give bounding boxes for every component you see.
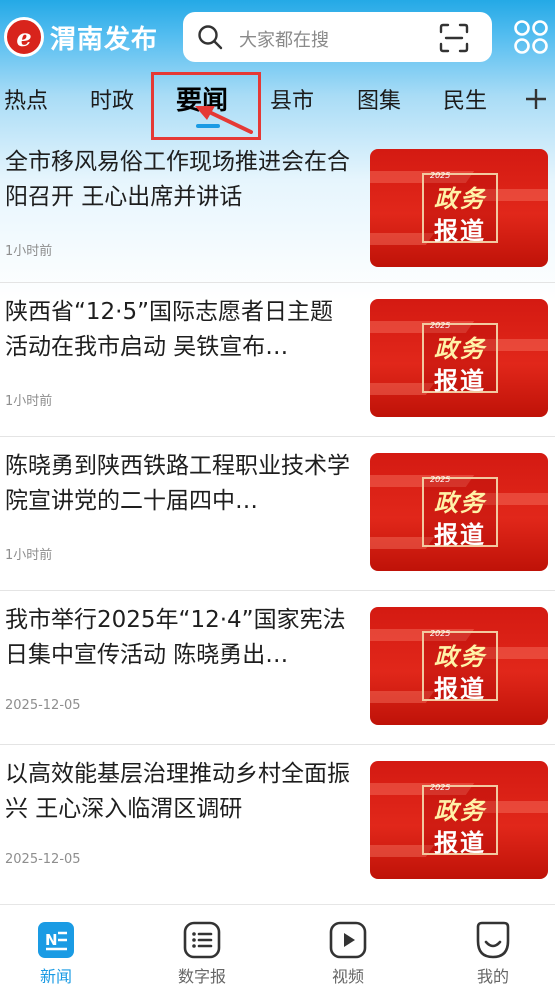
- news-item[interactable]: 陈晓勇到陕西铁路工程职业技术学院宣讲党的二十届四中… 1小时前 2025 政务 …: [0, 439, 555, 595]
- news-item[interactable]: 陕西省“12·5”国际志愿者日主题活动在我市启动 吴铁宣布… 1小时前 2025…: [0, 285, 555, 441]
- nav-digital-paper-label: 数字报: [177, 967, 226, 986]
- news-item[interactable]: 全市移风易俗工作现场推进会在合阳召开 王心出席并讲话 1小时前 2025 政务 …: [0, 135, 555, 291]
- app-title: 渭南发布: [50, 24, 159, 55]
- search-icon: [198, 25, 223, 50]
- news-title[interactable]: 陕西省“12·5”国际志愿者日主题活动在我市启动 吴铁宣布…: [5, 295, 355, 365]
- news-thumbnail[interactable]: 2025 政务 报道: [370, 149, 548, 267]
- news-time: 1小时前: [5, 548, 53, 563]
- news-icon: N: [38, 922, 74, 958]
- divider: [0, 282, 555, 283]
- profile-icon: [476, 921, 510, 959]
- news-item[interactable]: 以高效能基层治理推动乡村全面振兴 王心深入临渭区调研 2025-12-05 20…: [0, 747, 555, 903]
- news-time: 2025-12-05: [5, 852, 81, 867]
- thumbnail-badge: 2025 政务 报道: [422, 321, 498, 395]
- scan-icon[interactable]: [438, 22, 470, 54]
- news-time: 1小时前: [5, 244, 53, 259]
- nav-news[interactable]: N 新闻: [16, 905, 96, 988]
- bottom-navigation: N 新闻 数字报 视频 我的: [0, 904, 555, 988]
- news-thumbnail[interactable]: 2025 政务 报道: [370, 453, 548, 571]
- thumbnail-badge: 2025 政务 报道: [422, 629, 498, 703]
- news-title[interactable]: 我市举行2025年“12·4”国家宪法日集中宣传活动 陈晓勇出…: [5, 603, 355, 673]
- tab-hot[interactable]: 热点: [4, 83, 48, 115]
- video-icon: [329, 921, 367, 959]
- search-placeholder: 大家都在搜: [239, 30, 329, 51]
- news-title[interactable]: 以高效能基层治理推动乡村全面振兴 王心深入临渭区调研: [5, 757, 355, 827]
- nav-video[interactable]: 视频: [308, 905, 388, 988]
- grid-menu-icon[interactable]: [513, 19, 549, 55]
- divider: [0, 744, 555, 745]
- svg-text:N: N: [45, 931, 58, 949]
- divider: [0, 436, 555, 437]
- news-time: 2025-12-05: [5, 698, 81, 713]
- nav-profile-label: 我的: [476, 967, 509, 986]
- digital-paper-icon: [183, 921, 221, 959]
- news-time: 1小时前: [5, 394, 53, 409]
- news-thumbnail[interactable]: 2025 政务 报道: [370, 761, 548, 879]
- thumbnail-badge: 2025 政务 报道: [422, 171, 498, 245]
- tab-politics[interactable]: 时政: [90, 83, 134, 115]
- thumbnail-badge: 2025 政务 报道: [422, 475, 498, 549]
- tab-livelihood[interactable]: 民生: [443, 83, 487, 115]
- news-item[interactable]: 我市举行2025年“12·4”国家宪法日集中宣传活动 陈晓勇出… 2025-12…: [0, 593, 555, 749]
- category-tabs: 热点 时政 要闻 县市 图集 民生: [0, 75, 555, 130]
- logo-icon: e: [4, 17, 44, 57]
- nav-digital-paper[interactable]: 数字报: [162, 905, 242, 988]
- app-header: e 渭南发布 大家都在搜: [0, 0, 555, 75]
- nav-news-label: 新闻: [39, 967, 72, 986]
- news-title[interactable]: 全市移风易俗工作现场推进会在合阳召开 王心出席并讲话: [5, 145, 355, 215]
- nav-video-label: 视频: [331, 967, 364, 986]
- tab-counties[interactable]: 县市: [270, 83, 314, 115]
- news-thumbnail[interactable]: 2025 政务 报道: [370, 607, 548, 725]
- divider: [0, 590, 555, 591]
- news-thumbnail[interactable]: 2025 政务 报道: [370, 299, 548, 417]
- app-logo: e 渭南发布: [4, 16, 158, 58]
- tab-gallery[interactable]: 图集: [357, 83, 401, 115]
- add-channel-icon[interactable]: [524, 87, 548, 111]
- nav-profile[interactable]: 我的: [453, 905, 533, 988]
- thumbnail-badge: 2025 政务 报道: [422, 783, 498, 857]
- news-title[interactable]: 陈晓勇到陕西铁路工程职业技术学院宣讲党的二十届四中…: [5, 449, 355, 519]
- search-bar[interactable]: 大家都在搜: [183, 12, 492, 62]
- annotation-arrow-icon: [195, 106, 253, 134]
